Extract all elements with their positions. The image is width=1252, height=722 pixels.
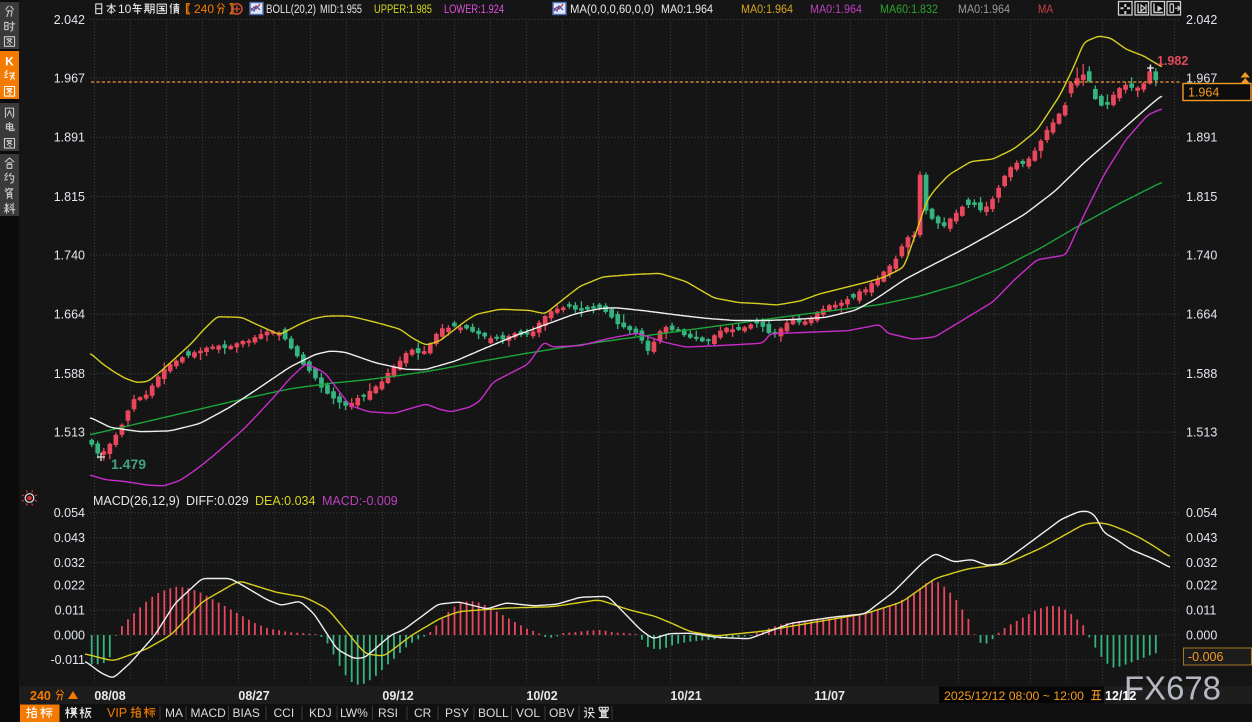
svg-text:-0.006: -0.006 bbox=[1188, 650, 1223, 664]
svg-text:MA0:1.964: MA0:1.964 bbox=[741, 4, 794, 16]
svg-text:08/27: 08/27 bbox=[238, 689, 269, 703]
svg-text:BOLL: BOLL bbox=[478, 706, 509, 720]
svg-text:OBV: OBV bbox=[549, 706, 574, 720]
svg-text:MID:1.955: MID:1.955 bbox=[320, 4, 362, 16]
svg-text:240: 240 bbox=[194, 2, 214, 16]
svg-text:VIP: VIP bbox=[107, 706, 127, 720]
svg-text:1.891: 1.891 bbox=[1186, 131, 1217, 145]
svg-text:0.054: 0.054 bbox=[1186, 506, 1217, 520]
svg-text:VOL: VOL bbox=[516, 706, 540, 720]
svg-text:0.000: 0.000 bbox=[54, 628, 85, 642]
svg-text:08/08: 08/08 bbox=[94, 689, 125, 703]
svg-text:0.022: 0.022 bbox=[54, 579, 85, 593]
svg-text:1.740: 1.740 bbox=[54, 248, 85, 262]
svg-text:0.011: 0.011 bbox=[55, 603, 85, 617]
svg-text:0.054: 0.054 bbox=[54, 506, 85, 520]
svg-text:1.815: 1.815 bbox=[1186, 190, 1217, 204]
svg-text:1.740: 1.740 bbox=[1186, 248, 1217, 262]
svg-text:1.513: 1.513 bbox=[54, 425, 85, 439]
svg-text:MACD:-0.009: MACD:-0.009 bbox=[322, 494, 398, 508]
svg-text:BOLL(20,2): BOLL(20,2) bbox=[266, 4, 316, 16]
svg-text:0.043: 0.043 bbox=[54, 531, 85, 545]
svg-text:PSY: PSY bbox=[445, 706, 469, 720]
svg-text:MA60:1.832: MA60:1.832 bbox=[880, 4, 938, 16]
svg-text:12/12: 12/12 bbox=[1105, 689, 1136, 703]
svg-text:0.032: 0.032 bbox=[54, 556, 85, 570]
svg-text:MA0:1.964: MA0:1.964 bbox=[958, 4, 1011, 16]
svg-text:1.513: 1.513 bbox=[1186, 425, 1217, 439]
svg-text:LOWER:1.924: LOWER:1.924 bbox=[444, 4, 504, 16]
svg-text:1.588: 1.588 bbox=[1186, 367, 1217, 381]
svg-text:MA: MA bbox=[1038, 4, 1053, 16]
svg-text:0.000: 0.000 bbox=[1186, 628, 1217, 642]
svg-text:0.011: 0.011 bbox=[1186, 603, 1216, 617]
svg-text:10/02: 10/02 bbox=[526, 689, 557, 703]
svg-text:K: K bbox=[5, 55, 14, 69]
svg-text:1.588: 1.588 bbox=[54, 367, 85, 381]
svg-text:1.664: 1.664 bbox=[54, 308, 85, 322]
svg-text:1.964: 1.964 bbox=[1188, 86, 1219, 100]
svg-text:11/07: 11/07 bbox=[814, 689, 845, 703]
svg-text:10: 10 bbox=[118, 2, 132, 16]
svg-text:1.982: 1.982 bbox=[1157, 54, 1188, 68]
svg-text:2.042: 2.042 bbox=[54, 13, 85, 27]
svg-text:MA0:1.964: MA0:1.964 bbox=[810, 4, 863, 16]
svg-text:KDJ: KDJ bbox=[309, 706, 332, 720]
svg-text:UPPER:1.985: UPPER:1.985 bbox=[374, 4, 432, 16]
svg-text:MACD: MACD bbox=[191, 706, 227, 720]
svg-text:10/21: 10/21 bbox=[670, 689, 701, 703]
svg-text:MA(0,0,0,60,0,0): MA(0,0,0,60,0,0) bbox=[570, 4, 654, 16]
svg-text:RSI: RSI bbox=[378, 706, 398, 720]
svg-text:1.815: 1.815 bbox=[54, 190, 85, 204]
svg-text:0.022: 0.022 bbox=[1186, 579, 1217, 593]
svg-text:MACD(26,12,9): MACD(26,12,9) bbox=[93, 494, 180, 508]
svg-text:LW%: LW% bbox=[340, 706, 368, 720]
svg-text:240: 240 bbox=[30, 689, 51, 703]
svg-text:1.967: 1.967 bbox=[54, 71, 85, 85]
svg-text:FX678: FX678 bbox=[1124, 670, 1221, 707]
svg-text:DEA:0.034: DEA:0.034 bbox=[255, 494, 316, 508]
svg-text:09/12: 09/12 bbox=[382, 689, 413, 703]
svg-text:0.032: 0.032 bbox=[1186, 556, 1217, 570]
svg-text:MA: MA bbox=[165, 706, 183, 720]
svg-text:CCI: CCI bbox=[274, 706, 295, 720]
svg-text:DIFF:0.029: DIFF:0.029 bbox=[186, 494, 249, 508]
svg-text:1.664: 1.664 bbox=[1186, 308, 1217, 322]
svg-text:BIAS: BIAS bbox=[233, 706, 260, 720]
svg-text:-0.011: -0.011 bbox=[50, 653, 85, 667]
svg-text:1.891: 1.891 bbox=[54, 131, 85, 145]
svg-text:CR: CR bbox=[414, 706, 432, 720]
svg-text:MA0:1.964: MA0:1.964 bbox=[661, 4, 714, 16]
svg-text:2025/12/12 08:00 ~ 12:00: 2025/12/12 08:00 ~ 12:00 bbox=[944, 689, 1084, 703]
svg-text:1.479: 1.479 bbox=[111, 456, 146, 472]
svg-text:0.043: 0.043 bbox=[1186, 531, 1217, 545]
svg-text:2.042: 2.042 bbox=[1186, 13, 1217, 27]
